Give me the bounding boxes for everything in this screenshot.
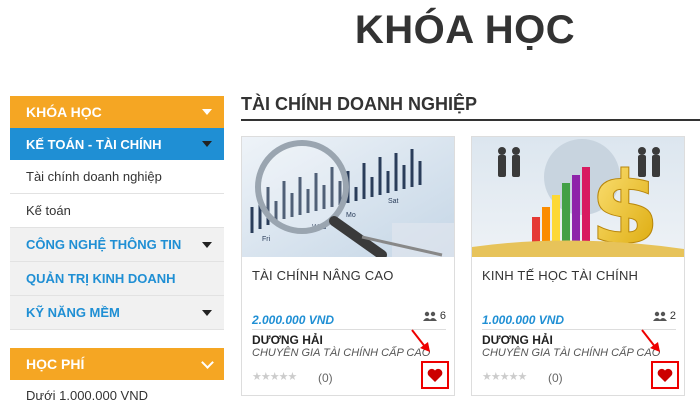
caret-down-icon bbox=[202, 241, 212, 248]
star-icon: ★ bbox=[252, 371, 262, 383]
course-title[interactable]: TÀI CHÍNH NÂNG CAO bbox=[252, 268, 394, 283]
page-title: KHÓA HỌC bbox=[354, 8, 576, 52]
star-icon: ★ bbox=[508, 371, 519, 383]
dollar-sign-graphic: $ bbox=[590, 150, 660, 257]
caret-down-icon bbox=[202, 309, 212, 316]
arrow-annotation-icon bbox=[641, 329, 660, 352]
sidebar-subitem-accounting[interactable]: Kế toán bbox=[10, 194, 224, 228]
star-icon: ★ bbox=[482, 371, 492, 383]
star-icon: ★ bbox=[517, 371, 528, 383]
chevron-down-icon bbox=[201, 355, 214, 369]
sidebar-item-it[interactable]: CÔNG NGHỆ THÔNG TIN bbox=[10, 228, 224, 262]
heart-icon bbox=[427, 368, 443, 382]
star-icon: ★ bbox=[260, 371, 271, 383]
sidebar-item-label: KẾ TOÁN - TÀI CHÍNH bbox=[26, 136, 162, 152]
sidebar-item-soft-skills[interactable]: KỸ NĂNG MỀM bbox=[10, 296, 224, 330]
student-count: 6 bbox=[422, 310, 446, 322]
sidebar: KHÓA HỌC KẾ TOÁN - TÀI CHÍNH Tài chính d… bbox=[10, 96, 224, 330]
sidebar-item-label: QUẢN TRỊ KINH DOANH bbox=[26, 271, 176, 286]
section-title: TÀI CHÍNH DOANH NGHIỆP bbox=[241, 94, 478, 114]
arrow-annotation-icon bbox=[411, 329, 430, 352]
sidebar-fee-header[interactable]: HỌC PHÍ bbox=[10, 348, 224, 380]
course-card[interactable]: $ KINH TẾ HỌC TÀI CHÍNH 1.000.000 VND 2 … bbox=[471, 136, 685, 396]
sidebar-courses-header-label: KHÓA HỌC bbox=[26, 104, 102, 120]
sidebar-subitem-corporate-finance[interactable]: Tài chính doanh nghiệp bbox=[10, 160, 224, 194]
teacher-name[interactable]: DƯƠNG HẢI bbox=[482, 333, 553, 347]
users-icon bbox=[652, 311, 667, 321]
sidebar-item-business-admin[interactable]: QUẢN TRỊ KINH DOANH bbox=[10, 262, 224, 296]
student-count: 2 bbox=[652, 310, 676, 322]
student-count-value: 2 bbox=[669, 310, 676, 322]
sidebar-item-label: KỸ NĂNG MỀM bbox=[26, 305, 120, 320]
chart-label: Fri bbox=[262, 236, 271, 243]
star-rating[interactable]: ★★★★★ bbox=[482, 370, 528, 383]
users-icon bbox=[422, 311, 437, 321]
star-icon: ★ bbox=[269, 371, 280, 383]
course-thumbnail-finance-chart[interactable]: Fri Wed Mo Sat bbox=[242, 137, 454, 257]
sidebar-item-accounting-finance[interactable]: KẾ TOÁN - TÀI CHÍNH bbox=[10, 128, 224, 160]
section-divider bbox=[241, 119, 700, 121]
course-thumbnail-economics[interactable]: $ bbox=[472, 137, 684, 257]
star-icon: ★ bbox=[490, 371, 501, 383]
course-price: 1.000.000 VND bbox=[482, 313, 565, 327]
caret-down-icon bbox=[202, 141, 212, 147]
rating-count: (0) bbox=[548, 371, 563, 385]
teacher-name[interactable]: DƯƠNG HẢI bbox=[252, 333, 323, 347]
course-price: 2.000.000 VND bbox=[252, 313, 335, 327]
teacher-title: CHUYÊN GIA TÀI CHÍNH CẤP CAO bbox=[252, 347, 431, 359]
star-icon: ★ bbox=[499, 371, 510, 383]
teacher-title: CHUYÊN GIA TÀI CHÍNH CẤP CAO bbox=[482, 347, 661, 359]
sidebar-courses-header[interactable]: KHÓA HỌC bbox=[10, 96, 224, 128]
course-title[interactable]: KINH TẾ HỌC TÀI CHÍNH bbox=[482, 268, 638, 283]
fee-filter-under-1m[interactable]: Dưới 1.000.000 VND bbox=[10, 380, 224, 411]
caret-down-icon bbox=[202, 109, 212, 115]
rating-count: (0) bbox=[318, 371, 333, 385]
chart-label: Mo bbox=[346, 212, 356, 219]
star-icon: ★ bbox=[287, 371, 298, 383]
course-card[interactable]: Fri Wed Mo Sat TÀI CHÍNH NÂNG CAO 2.000.… bbox=[241, 136, 455, 396]
favorite-button[interactable] bbox=[421, 361, 449, 389]
student-count-value: 6 bbox=[439, 310, 446, 322]
star-icon: ★ bbox=[278, 371, 289, 383]
star-rating[interactable]: ★★★★★ bbox=[252, 370, 298, 383]
chart-label: Sat bbox=[388, 198, 399, 205]
sidebar-item-label: CÔNG NGHỆ THÔNG TIN bbox=[26, 237, 182, 252]
favorite-button[interactable] bbox=[651, 361, 679, 389]
sidebar-fee-header-label: HỌC PHÍ bbox=[26, 356, 85, 372]
heart-icon bbox=[657, 368, 673, 382]
